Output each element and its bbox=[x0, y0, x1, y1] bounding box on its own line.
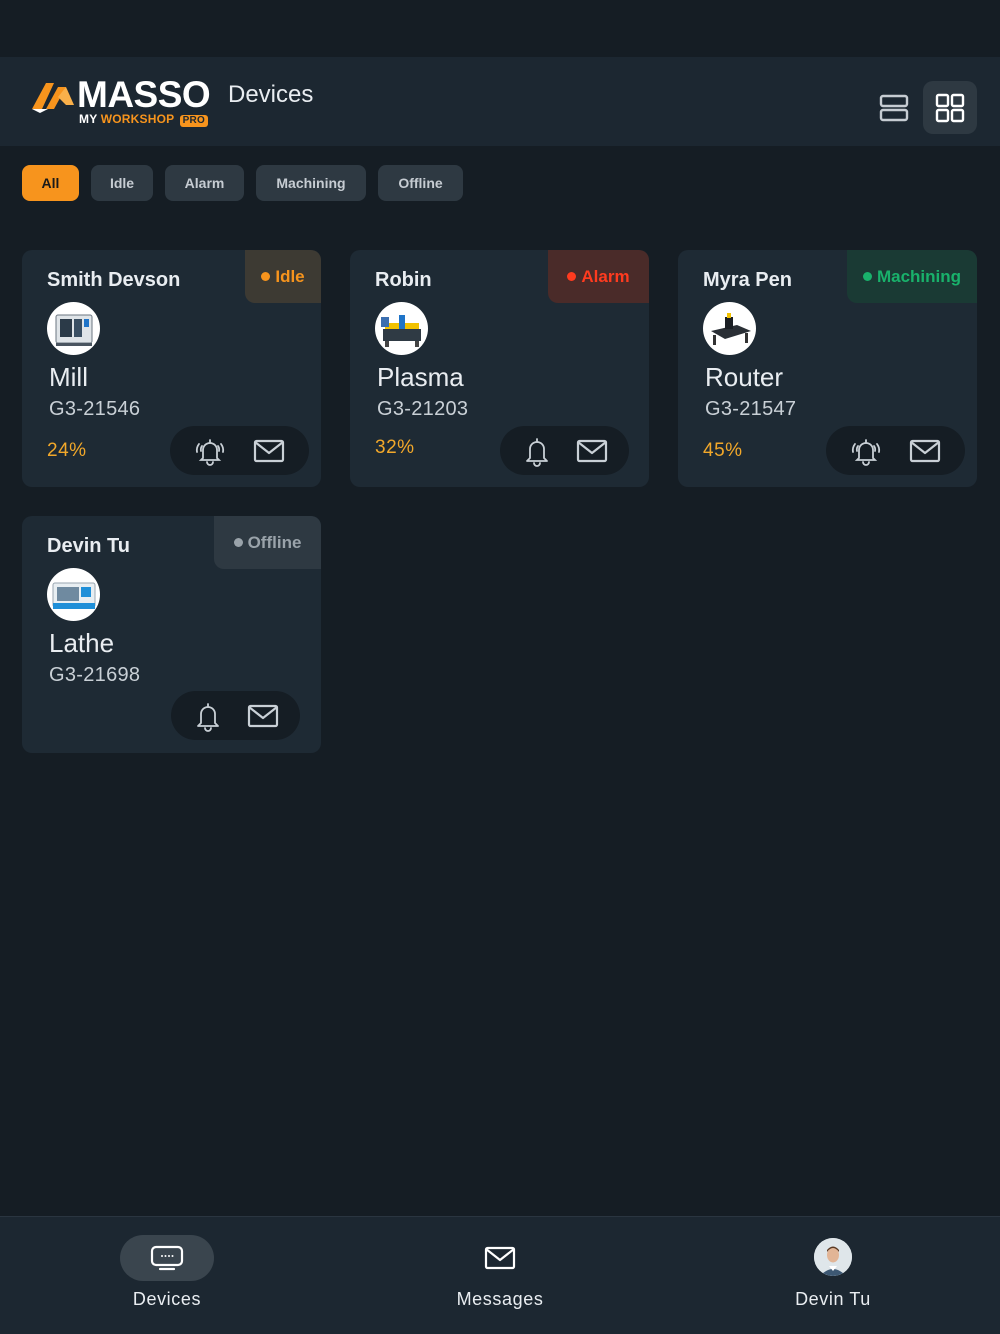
logo-wordmark: MASSO bbox=[77, 74, 211, 115]
nav-devices-label: Devices bbox=[132, 1289, 202, 1309]
nav-item-messages[interactable]: Messages bbox=[400, 1217, 600, 1334]
bottom-navigation: Devices Messages Devin Tu bbox=[0, 1216, 1000, 1334]
machine-avatar bbox=[47, 302, 100, 355]
mail-icon bbox=[576, 439, 607, 462]
status-badge: Idle bbox=[245, 250, 321, 303]
mail-icon bbox=[247, 704, 278, 727]
user-avatar bbox=[814, 1238, 852, 1276]
device-card[interactable]: Devin Tu Offline Lathe G3-21698 bbox=[22, 516, 321, 753]
status-badge: Machining bbox=[847, 250, 977, 303]
logo-sub-workshop: WORKSHOP bbox=[100, 112, 175, 126]
alarm-ringing-icon bbox=[851, 438, 880, 466]
mail-icon bbox=[484, 1246, 516, 1270]
grid-view-icon bbox=[935, 93, 965, 122]
machine-avatar bbox=[703, 302, 756, 355]
plasma-machine-icon bbox=[380, 314, 421, 347]
message-button[interactable] bbox=[905, 431, 945, 471]
device-card[interactable]: Myra Pen Machining Router G3-21547 45% bbox=[678, 250, 977, 487]
user-portrait-icon bbox=[814, 1238, 852, 1276]
machine-avatar bbox=[375, 302, 428, 355]
status-label: Machining bbox=[876, 266, 962, 286]
status-label: Alarm bbox=[581, 266, 630, 286]
filter-chip-idle[interactable]: Idle bbox=[91, 165, 153, 201]
filter-chip-all[interactable]: All bbox=[22, 165, 79, 201]
device-type: Plasma bbox=[377, 362, 464, 392]
device-type: Mill bbox=[49, 362, 88, 392]
devices-icon bbox=[150, 1245, 184, 1271]
device-owner: Smith Devson bbox=[47, 269, 181, 291]
device-owner: Myra Pen bbox=[703, 269, 792, 291]
nav-item-devices[interactable]: Devices bbox=[67, 1217, 267, 1334]
card-actions bbox=[826, 426, 965, 475]
list-view-icon bbox=[879, 94, 909, 121]
alarm-ringing-icon bbox=[195, 438, 224, 466]
device-serial: G3-21546 bbox=[49, 398, 141, 420]
logo-sub-pro: PRO bbox=[179, 115, 208, 127]
status-badge: Offline bbox=[214, 516, 321, 569]
logo-sub-my: MY bbox=[79, 112, 98, 126]
masso-logo: MASSO MY WORKSHOP PRO bbox=[32, 74, 212, 129]
status-dot-icon bbox=[567, 272, 577, 281]
router-machine-icon bbox=[710, 312, 751, 345]
device-card[interactable]: Smith Devson Idle Mill G3-21546 24% bbox=[22, 250, 321, 487]
nav-messages-label: Messages bbox=[456, 1289, 544, 1309]
device-type: Lathe bbox=[49, 628, 115, 658]
nav-devices-pill bbox=[120, 1235, 214, 1281]
device-progress: 45% bbox=[703, 440, 743, 461]
nav-messages-pill bbox=[453, 1235, 547, 1281]
device-serial: G3-21698 bbox=[49, 664, 141, 686]
status-label: Idle bbox=[275, 266, 305, 286]
mail-icon bbox=[254, 439, 285, 462]
status-dot-icon bbox=[862, 272, 872, 281]
page-title: Devices bbox=[228, 81, 314, 108]
device-progress: 24% bbox=[47, 440, 87, 461]
device-serial: G3-21203 bbox=[377, 398, 469, 420]
logo-subtitle: MY WORKSHOP PRO bbox=[79, 112, 208, 127]
grid-view-button[interactable] bbox=[923, 81, 977, 134]
filter-chip-alarm[interactable]: Alarm bbox=[165, 165, 244, 201]
machine-avatar bbox=[47, 568, 100, 621]
nav-profile-label: Devin Tu bbox=[795, 1289, 871, 1309]
device-type: Router bbox=[705, 362, 784, 392]
message-button[interactable] bbox=[249, 431, 289, 471]
card-actions bbox=[171, 691, 300, 740]
card-actions bbox=[170, 426, 309, 475]
device-owner: Robin bbox=[375, 269, 432, 291]
status-dot-icon bbox=[261, 272, 271, 281]
device-card[interactable]: Robin Alarm Plasma G3-21203 32% bbox=[350, 250, 649, 487]
nav-item-profile[interactable]: Devin Tu bbox=[733, 1217, 933, 1334]
filter-chip-offline[interactable]: Offline bbox=[378, 165, 463, 201]
bell-icon bbox=[197, 702, 220, 732]
status-badge: Alarm bbox=[548, 250, 649, 303]
device-serial: G3-21547 bbox=[705, 398, 797, 420]
filter-chip-machining[interactable]: Machining bbox=[256, 165, 366, 201]
device-progress: 32% bbox=[375, 437, 415, 458]
bell-icon bbox=[526, 437, 549, 467]
masso-logo-mark-icon bbox=[32, 83, 74, 113]
status-bar bbox=[0, 0, 1000, 57]
message-button[interactable] bbox=[572, 431, 612, 471]
device-owner: Devin Tu bbox=[47, 535, 130, 557]
list-view-button[interactable] bbox=[867, 81, 921, 134]
message-button[interactable] bbox=[243, 696, 283, 736]
mill-machine-icon bbox=[55, 314, 92, 346]
app-header: MASSO MY WORKSHOP PRO Devices bbox=[0, 57, 1000, 146]
card-actions bbox=[500, 426, 629, 475]
lathe-machine-icon bbox=[52, 582, 95, 609]
status-dot-icon bbox=[233, 538, 243, 547]
alarm-button[interactable] bbox=[190, 431, 230, 471]
mail-icon bbox=[910, 439, 941, 462]
status-label: Offline bbox=[247, 532, 302, 552]
alarm-button[interactable] bbox=[517, 431, 557, 471]
alarm-button[interactable] bbox=[188, 696, 228, 736]
alarm-button[interactable] bbox=[846, 431, 886, 471]
